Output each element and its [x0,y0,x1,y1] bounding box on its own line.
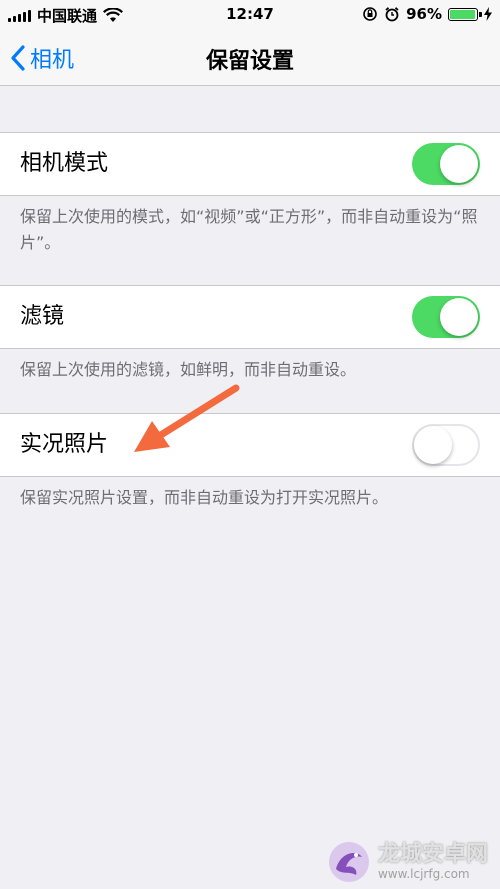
watermark-title: 龙城安卓网 [377,842,488,868]
battery-icon [448,7,482,21]
setting-footer-live-photos: 保留实况照片设置，而非自动重设为打开实况照片。 [20,488,389,507]
setting-footer-filters: 保留上次使用的滤镜，如鲜明，而非自动重设。 [20,360,357,379]
setting-label: 滤镜 [20,304,65,329]
charging-icon [484,7,492,21]
watermark-url: www.lcjrfg.com [377,866,470,881]
setting-row-filters: 滤镜 [0,285,500,349]
battery-percent: 96% [406,5,442,23]
status-right: 96% [362,5,492,23]
camera-mode-toggle[interactable] [412,143,480,185]
setting-footer-camera-mode: 保留上次使用的模式，如“视频”或“正方形”，而非自动重设为“照片”。 [20,207,478,252]
filters-toggle[interactable] [412,296,480,338]
dragon-logo-icon [328,842,369,882]
setting-label: 实况照片 [20,432,109,457]
navigation-bar: 相机 保留设置 [0,30,500,86]
setting-row-camera-mode: 相机模式 [0,132,500,196]
status-bar: 中国联通 12:47 96% [0,0,500,30]
setting-row-live-photos: 实况照片 [0,413,500,477]
orientation-lock-icon [363,7,377,21]
watermark: 龙城安卓网 www.lcjrfg.com [326,839,488,885]
live-photos-toggle[interactable] [412,424,480,466]
page-title: 保留设置 [205,49,294,74]
setting-label: 相机模式 [20,151,109,176]
alarm-icon [385,7,399,22]
